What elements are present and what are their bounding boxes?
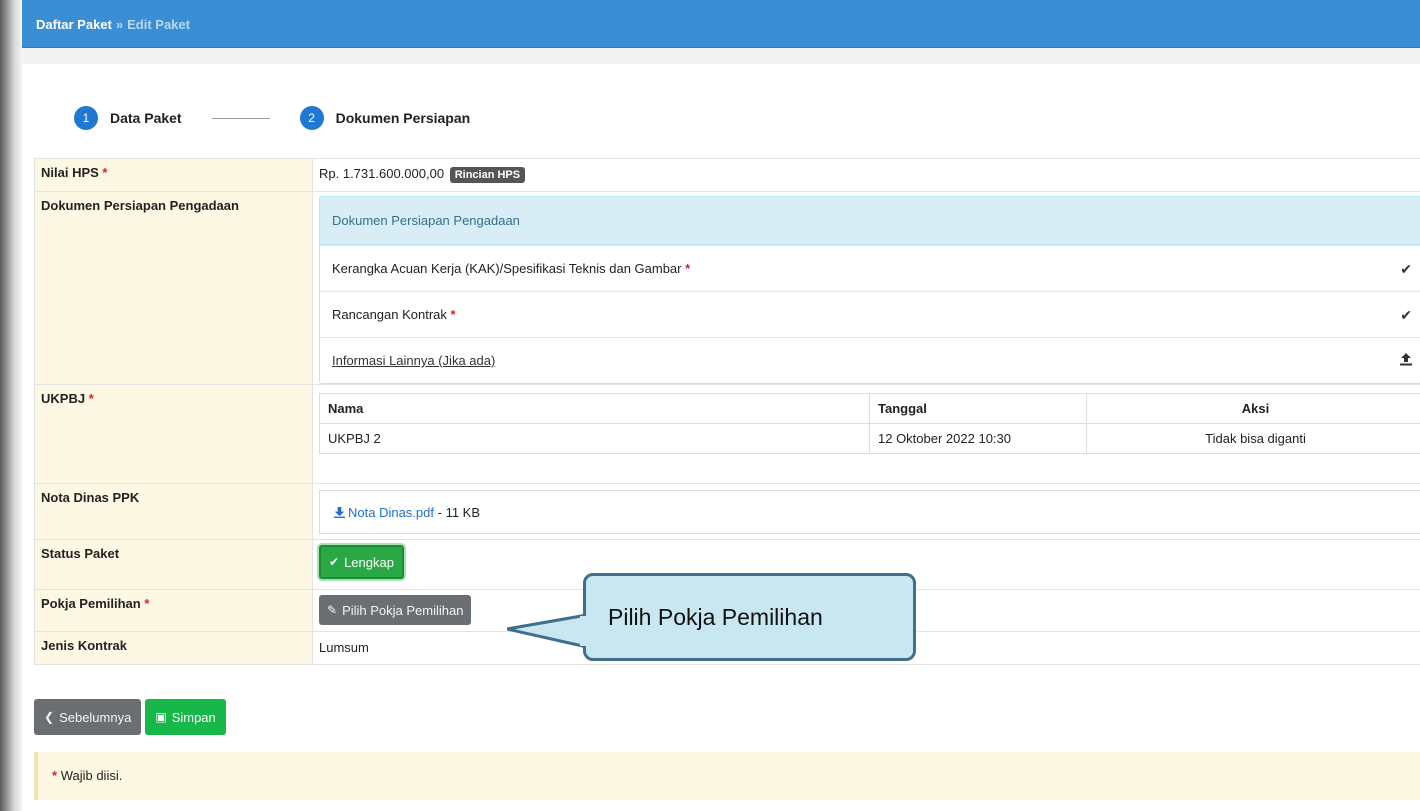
step-label: Data Paket: [110, 110, 182, 126]
window-edge-shadow: [0, 0, 22, 811]
step-dokumen-persiapan[interactable]: 2 Dokumen Persiapan: [299, 106, 471, 130]
sebelumnya-button[interactable]: ❮ Sebelumnya: [34, 699, 142, 735]
label-status-paket: Status Paket: [34, 539, 313, 590]
callout-text: Pilih Pokja Pemilihan: [608, 604, 823, 630]
app-window: Daftar Paket» Edit Paket 1 Data Paket 2 D…: [22, 0, 1420, 811]
upload-icon[interactable]: [1400, 338, 1412, 384]
cell-tanggal: 12 Oktober 2022 10:30: [869, 423, 1087, 454]
status-lengkap-button[interactable]: ✔ Lengkap: [319, 545, 404, 579]
table-row: UKPBJ 2 12 Oktober 2022 10:30 Tidak bisa…: [319, 423, 1420, 454]
informasi-lainnya-link[interactable]: Informasi Lainnya (Jika ada): [332, 353, 495, 368]
breadcrumb: Daftar Paket» Edit Paket: [36, 17, 190, 32]
rincian-hps-badge[interactable]: Rincian HPS: [449, 167, 526, 183]
row-ukpbj: UKPBJ * Nama Tanggal Aksi UKPBJ 2 12 Okt…: [34, 384, 1420, 484]
breadcrumb-current: Edit Paket: [127, 17, 190, 32]
step-connector: [211, 117, 270, 119]
label-pokja-pemilihan: Pokja Pemilihan *: [34, 589, 313, 632]
nota-dinas-download-link[interactable]: Nota Dinas.pdf: [334, 505, 434, 520]
check-icon: ✔: [1400, 261, 1412, 277]
step-data-paket[interactable]: 1 Data Paket: [74, 106, 182, 130]
pilih-pokja-button[interactable]: ✎ Pilih Pokja Pemilihan: [319, 595, 472, 625]
dokumen-item-informasi-lainnya[interactable]: Informasi Lainnya (Jika ada): [320, 337, 1420, 383]
value-nota-dinas: Nota Dinas.pdf - 11 KB: [312, 483, 1420, 540]
required-note: * Wajib diisi.: [34, 752, 1420, 800]
label-nota-dinas: Nota Dinas PPK: [34, 483, 313, 540]
step-number: 2: [299, 106, 324, 130]
step-number: 1: [74, 106, 98, 130]
ukpbj-table: Nama Tanggal Aksi UKPBJ 2 12 Oktober 202…: [319, 393, 1420, 454]
simpan-button[interactable]: ▣ Simpan: [145, 699, 226, 735]
label-dokumen-persiapan: Dokumen Persiapan Pengadaan: [34, 191, 313, 385]
col-aksi: Aksi: [1086, 393, 1420, 424]
header-band: [22, 48, 1420, 64]
label-jenis-kontrak: Jenis Kontrak: [34, 631, 313, 665]
dokumen-panel-title: Dokumen Persiapan Pengadaan: [320, 197, 1420, 245]
breadcrumb-separator: »: [115, 17, 124, 32]
download-icon: [334, 507, 345, 518]
step-label: Dokumen Persiapan: [335, 110, 471, 126]
dokumen-panel: Dokumen Persiapan Pengadaan Kerangka Acu…: [319, 196, 1420, 384]
callout-pointer: [507, 613, 588, 649]
cell-aksi: Tidak bisa diganti: [1086, 423, 1420, 454]
callout-pointer-join: [580, 616, 590, 646]
save-icon: ▣: [155, 710, 167, 724]
instruction-callout: Pilih Pokja Pemilihan: [583, 573, 916, 661]
breadcrumb-bar: Daftar Paket» Edit Paket: [22, 0, 1420, 48]
check-icon: ✔: [329, 555, 340, 569]
nota-dinas-size: - 11 KB: [437, 505, 481, 520]
value-dokumen-persiapan: Dokumen Persiapan Pengadaan Kerangka Acu…: [312, 191, 1420, 385]
label-nilai-hps: Nilai HPS *: [34, 158, 313, 192]
required-note-text: Wajib diisi.: [60, 768, 123, 783]
back-circle-icon: ❮: [44, 710, 55, 724]
dokumen-item-rancangan-kontrak[interactable]: Rancangan Kontrak * ✔: [320, 291, 1420, 337]
row-dokumen-persiapan: Dokumen Persiapan Pengadaan Dokumen Pers…: [34, 191, 1420, 385]
breadcrumb-link-daftar-paket[interactable]: Daftar Paket: [36, 17, 112, 32]
col-nama: Nama: [319, 393, 870, 424]
form-actions: ❮ Sebelumnya ▣ Simpan: [34, 699, 230, 735]
edit-icon: ✎: [327, 603, 338, 617]
row-nota-dinas: Nota Dinas PPK Nota Dinas.pdf - 11 KB: [34, 483, 1420, 540]
value-ukpbj: Nama Tanggal Aksi UKPBJ 2 12 Oktober 202…: [312, 384, 1420, 484]
nota-dinas-file-box: Nota Dinas.pdf - 11 KB: [319, 490, 1420, 534]
row-nilai-hps: Nilai HPS * Rp. 1.731.600.000,00 Rincian…: [34, 158, 1420, 192]
col-tanggal: Tanggal: [869, 393, 1087, 424]
label-ukpbj: UKPBJ *: [34, 384, 313, 484]
value-nilai-hps: Rp. 1.731.600.000,00 Rincian HPS: [312, 158, 1420, 192]
dokumen-item-kak[interactable]: Kerangka Acuan Kerja (KAK)/Spesifikasi T…: [320, 245, 1420, 291]
check-icon: ✔: [1400, 307, 1412, 323]
stepper: 1 Data Paket 2 Dokumen Persiapan: [74, 104, 470, 132]
ukpbj-header-row: Nama Tanggal Aksi: [319, 393, 1420, 424]
nilai-hps-amount: Rp. 1.731.600.000,00: [319, 166, 445, 181]
cell-nama: UKPBJ 2: [319, 423, 870, 454]
